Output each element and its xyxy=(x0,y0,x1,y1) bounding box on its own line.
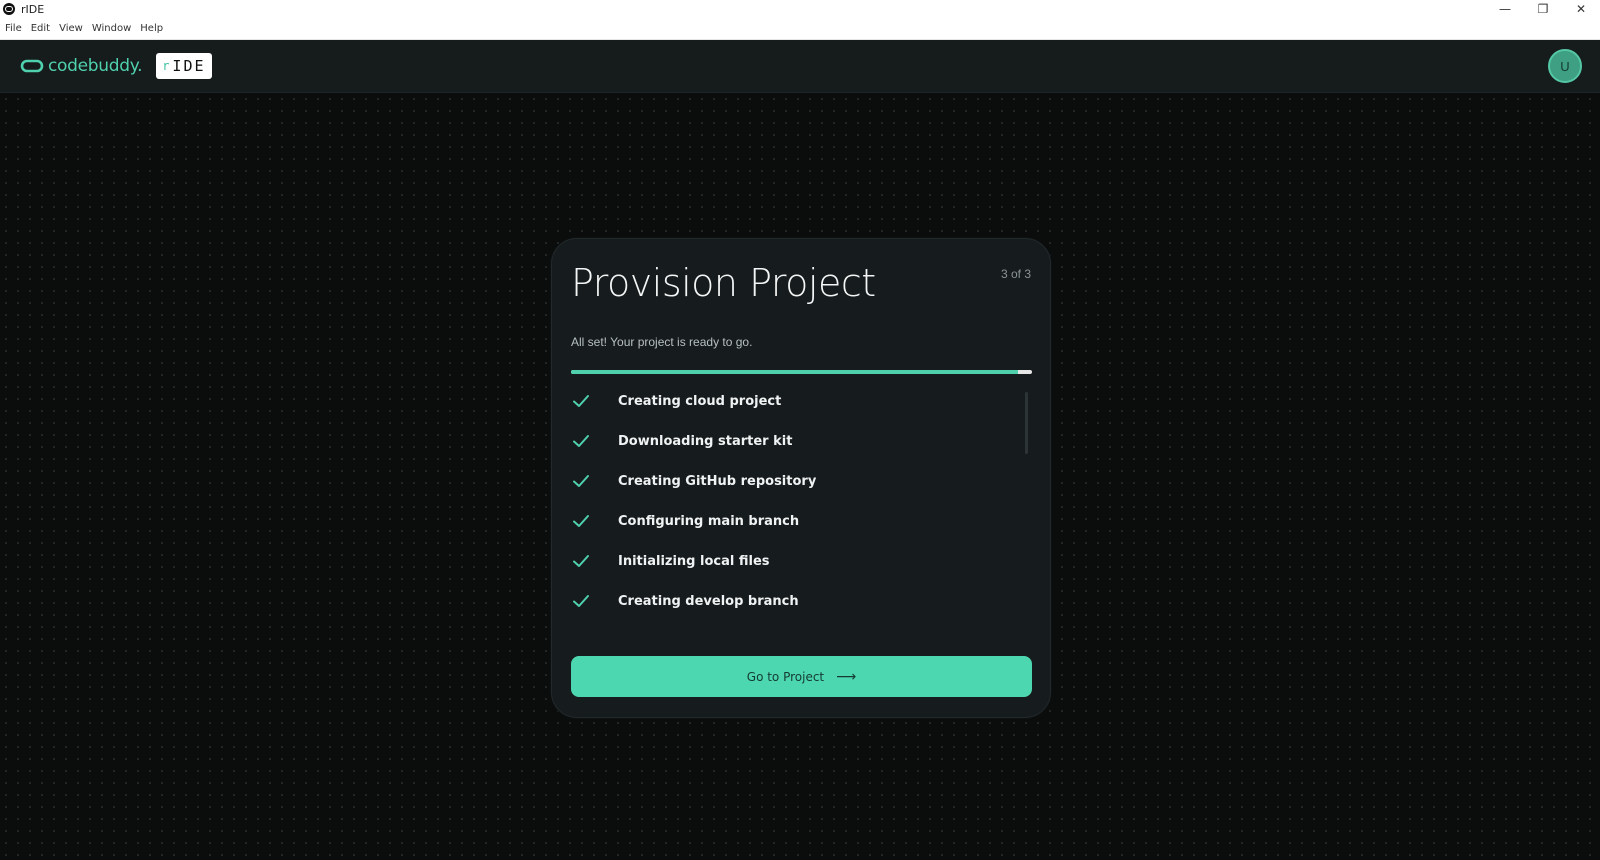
status-message: All set! Your project is ready to go. xyxy=(571,335,753,349)
codebuddy-logo-icon xyxy=(20,59,44,73)
progress-bar xyxy=(571,370,1032,374)
ide-badge: r IDE xyxy=(156,53,212,79)
step-label: Creating develop branch xyxy=(618,593,799,609)
step-list: Creating cloud project Downloading start… xyxy=(571,389,1032,629)
checkmark-icon xyxy=(573,555,589,567)
checkmark-icon xyxy=(573,475,589,487)
provision-card: Provision Project 3 of 3 All set! Your p… xyxy=(551,238,1051,718)
app-logo-icon xyxy=(3,3,15,15)
brand-name: codebuddy. xyxy=(48,56,143,76)
step-item: Creating develop branch xyxy=(571,589,1011,613)
step-item: Creating cloud project xyxy=(571,389,1011,413)
step-list-scrollbar[interactable] xyxy=(1025,392,1028,454)
minimize-button[interactable]: — xyxy=(1486,0,1524,18)
step-label: Creating cloud project xyxy=(618,393,782,409)
checkmark-icon xyxy=(573,595,589,607)
window-controls: — ❐ ✕ xyxy=(1486,0,1600,18)
checkmark-icon xyxy=(573,515,589,527)
step-item: Initializing local files xyxy=(571,549,1011,573)
checkmark-icon xyxy=(573,435,589,447)
step-label: Initializing local files xyxy=(618,553,770,569)
progress-fill xyxy=(571,370,1019,374)
arrow-right-icon: ⟶ xyxy=(836,668,857,685)
menu-window[interactable]: Window xyxy=(87,23,135,34)
window-title: rIDE xyxy=(21,2,45,16)
step-item: Downloading starter kit xyxy=(571,429,1011,453)
menu-file[interactable]: File xyxy=(0,23,26,34)
page-title: Provision Project xyxy=(571,261,876,305)
step-label: Downloading starter kit xyxy=(618,433,793,449)
step-label: Configuring main branch xyxy=(618,513,800,529)
title-bar: rIDE — ❐ ✕ xyxy=(0,0,1600,18)
menu-bar: File Edit View Window Help xyxy=(0,18,1600,40)
step-item: Configuring main branch xyxy=(571,509,1011,533)
ide-badge-r: r xyxy=(162,59,172,73)
menu-edit[interactable]: Edit xyxy=(26,23,54,34)
app-header: codebuddy. r IDE U xyxy=(0,40,1600,93)
checkmark-icon xyxy=(573,395,589,407)
step-counter: 3 of 3 xyxy=(1000,267,1031,281)
ide-badge-text: IDE xyxy=(172,57,206,75)
go-to-project-button[interactable]: Go to Project ⟶ xyxy=(571,656,1032,697)
menu-view[interactable]: View xyxy=(54,23,87,34)
step-label: Creating GitHub repository xyxy=(618,473,817,489)
brand[interactable]: codebuddy. r IDE xyxy=(20,53,212,79)
step-item: Creating GitHub repository xyxy=(571,469,1011,493)
menu-help[interactable]: Help xyxy=(135,23,167,34)
go-to-project-label: Go to Project xyxy=(746,669,825,684)
avatar[interactable]: U xyxy=(1548,49,1582,83)
close-button[interactable]: ✕ xyxy=(1562,0,1600,18)
restore-button[interactable]: ❐ xyxy=(1524,0,1562,18)
